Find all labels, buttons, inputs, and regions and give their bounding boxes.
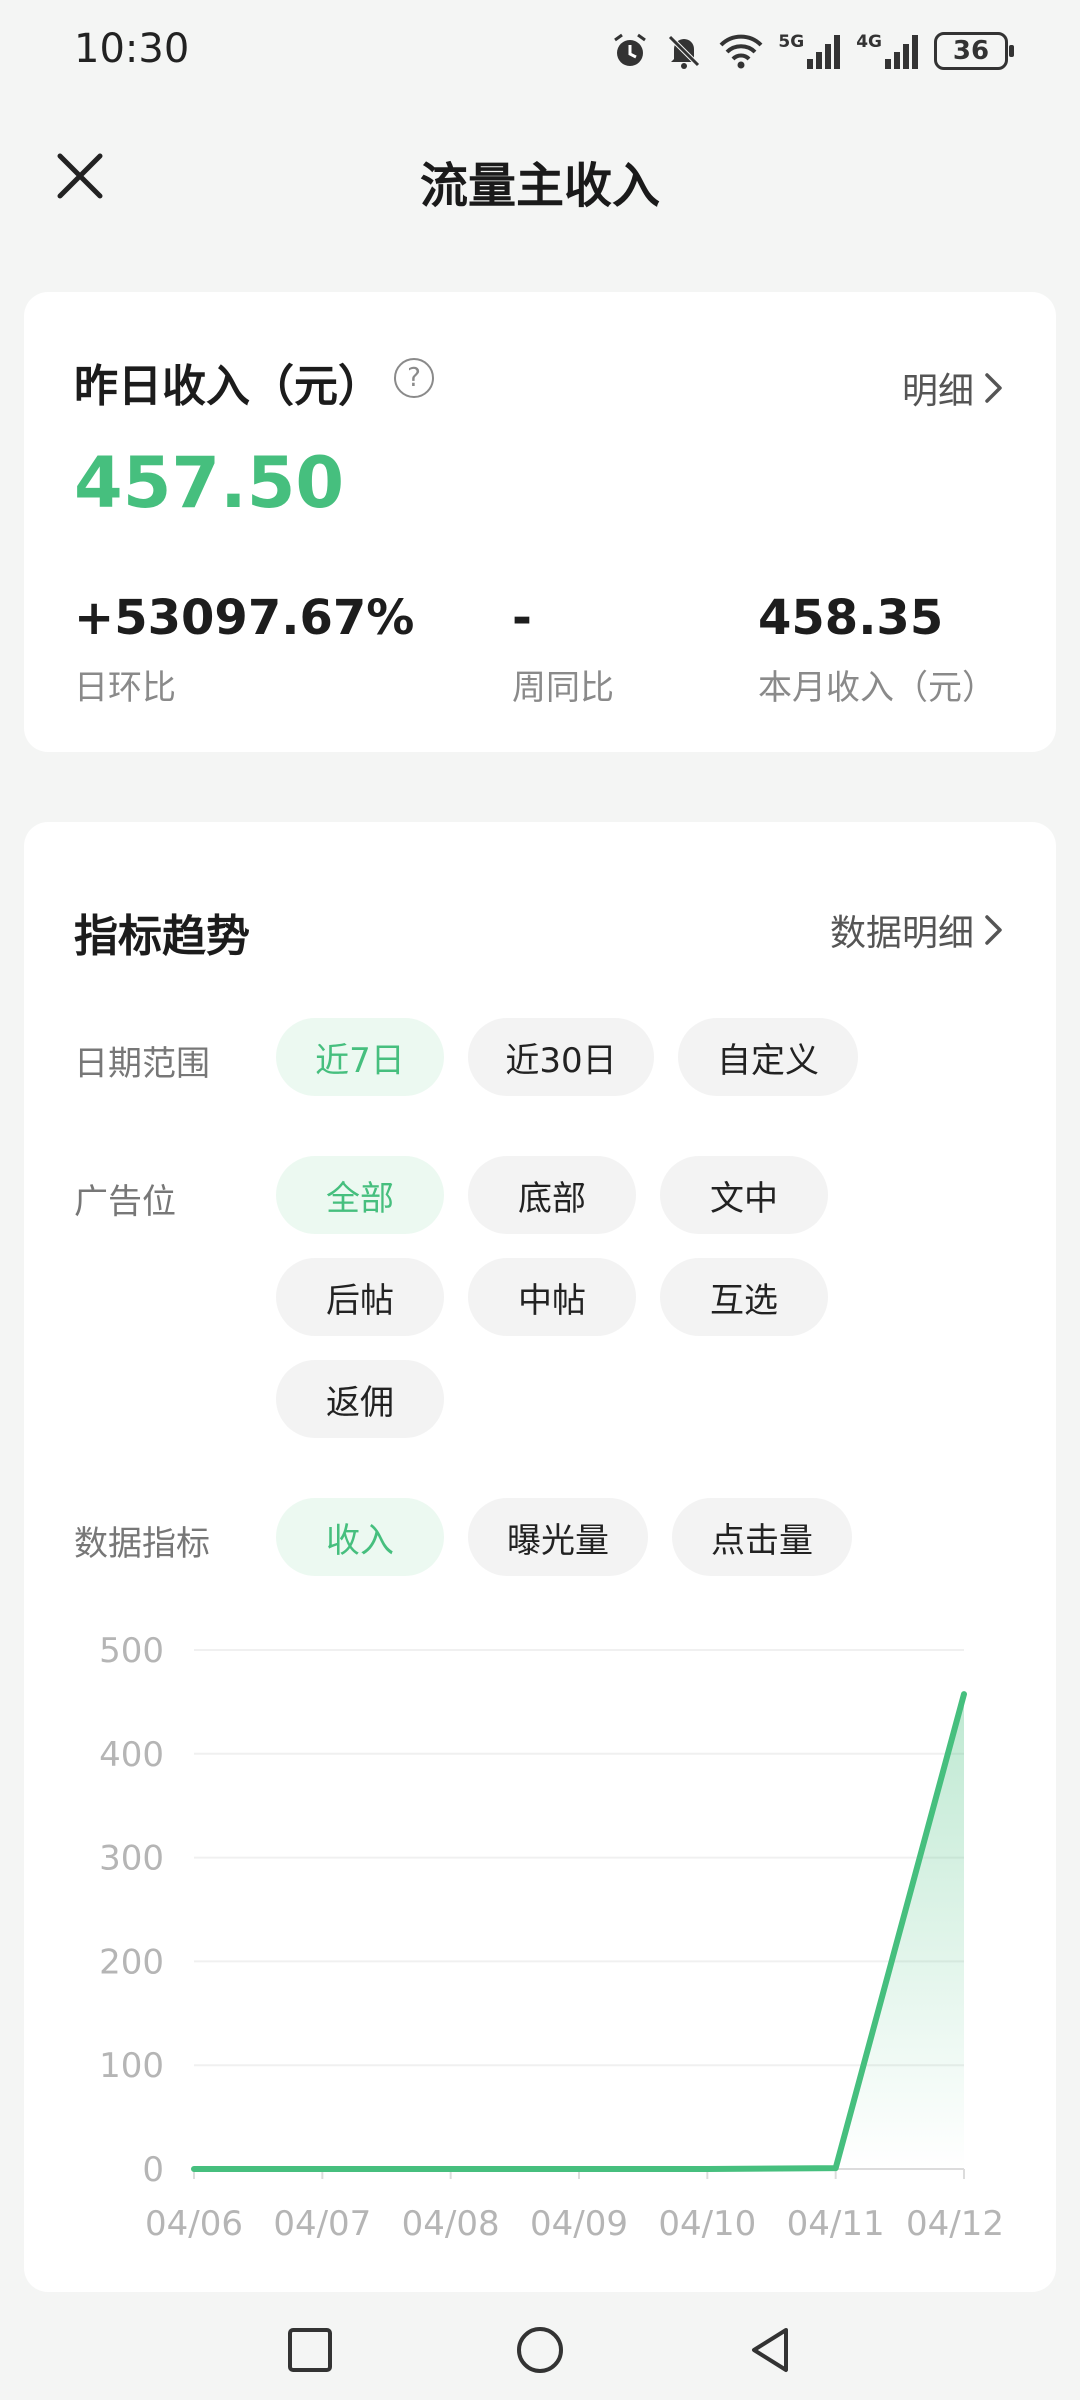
data-point-04-07 xyxy=(319,2166,325,2172)
stat-value: +53097.67% xyxy=(74,590,415,646)
detail-link[interactable]: 明细 xyxy=(902,362,1006,414)
y-tick-label: 400 xyxy=(99,1735,164,1775)
data-point-04-12 xyxy=(961,1691,967,1697)
income-summary-card: 昨日收入（元） ? 明细 457.50 +53097.67% 日环比 - 周同比… xyxy=(24,292,1056,752)
y-tick-label: 500 xyxy=(99,1631,164,1671)
status-time: 10:30 xyxy=(74,26,190,72)
back-triangle-icon[interactable] xyxy=(744,2324,796,2376)
system-nav-bar xyxy=(0,2292,1080,2400)
stat-value: 458.35 xyxy=(758,590,944,646)
signal-5g-icon: 5G xyxy=(778,33,842,69)
stat-label: 日环比 xyxy=(74,668,176,708)
yesterday-amount: 457.50 xyxy=(74,442,345,524)
mute-icon xyxy=(668,35,701,69)
stat-label: 周同比 xyxy=(512,668,614,708)
data-point-04-10 xyxy=(704,2166,710,2172)
stat-day-over-day: +53097.67% 日环比 xyxy=(74,590,414,709)
y-tick-label: 0 xyxy=(142,2150,164,2190)
detail-link-label: 明细 xyxy=(901,371,974,412)
x-tick-label: 04/11 xyxy=(787,2204,885,2244)
circle-icon[interactable] xyxy=(514,2324,566,2376)
x-tick-label: 04/07 xyxy=(273,2204,371,2244)
alarm-icon xyxy=(614,33,647,66)
x-tick-label: 04/08 xyxy=(402,2204,500,2244)
data-point-04-09 xyxy=(576,2166,582,2172)
status-bar: 10:30 5G 4G 36 xyxy=(0,0,1080,104)
x-tick-label: 04/09 xyxy=(530,2204,628,2244)
y-tick-label: 200 xyxy=(99,1942,164,1982)
x-tick-label: 04/10 xyxy=(658,2204,756,2244)
help-icon[interactable]: ? xyxy=(394,358,434,398)
battery-icon: 36 xyxy=(934,32,1014,70)
stat-label: 本月收入（元） xyxy=(758,668,996,708)
income-area xyxy=(194,1694,964,2169)
signal-4g-icon: 4G xyxy=(856,33,920,69)
status-icons: 5G 4G 36 xyxy=(610,26,1014,76)
data-point-04-11 xyxy=(833,2165,839,2171)
data-point-04-06 xyxy=(191,2166,197,2172)
chevron-right-icon xyxy=(985,373,1002,403)
page-title: 流量主收入 xyxy=(419,158,660,214)
x-tick-label: 04/12 xyxy=(906,2204,1004,2244)
stat-value: - xyxy=(512,590,532,646)
square-icon[interactable] xyxy=(284,2324,336,2376)
summary-title: 昨日收入（元） xyxy=(74,361,382,412)
stat-week-over-week: - 周同比 xyxy=(512,590,614,709)
income-line xyxy=(191,1691,967,2172)
income-trend-chart: 0 100 200 300 400 500 04/06 04/07 04/08 04/09 04/… xyxy=(99,1631,1004,2244)
x-tick-label: 04/06 xyxy=(145,2204,243,2244)
stat-month-income: 458.35 本月收入（元） xyxy=(758,590,996,709)
wifi-icon xyxy=(719,34,763,69)
trend-card: 指标趋势 数据明细 日期范围 近7日 近30日 自定义 广告位 全部 底部 文中… xyxy=(24,822,1056,2292)
y-tick-label: 100 xyxy=(99,2046,164,2086)
data-point-04-08 xyxy=(448,2166,454,2172)
y-tick-label: 300 xyxy=(99,1839,164,1879)
header: 流量主收入 xyxy=(0,110,1080,240)
